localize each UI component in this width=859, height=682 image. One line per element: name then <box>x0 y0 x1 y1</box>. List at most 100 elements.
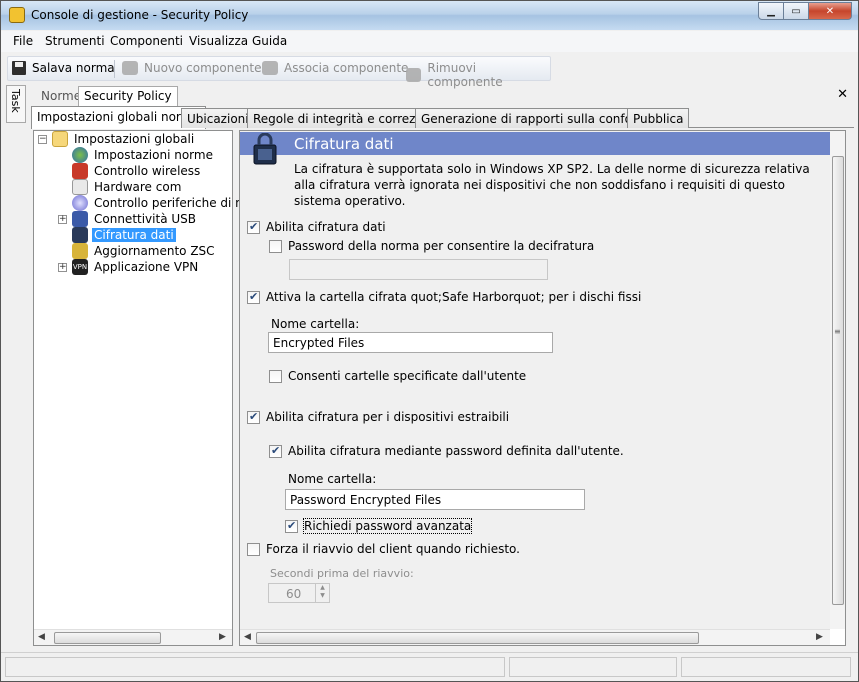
scroll-right-icon[interactable]: ▶ <box>816 632 823 642</box>
disc-icon <box>72 195 88 211</box>
minimize-button[interactable]: ▁ <box>758 2 784 20</box>
close-window-button[interactable]: ✕ <box>808 2 852 20</box>
menu-guida[interactable]: Guida <box>252 34 287 48</box>
safe-harbor-checkbox[interactable]: Attiva la cartella cifrata quot;Safe Har… <box>247 290 641 304</box>
new-component-button[interactable]: Nuovo componente <box>122 61 261 75</box>
menu-componenti[interactable]: Componenti <box>110 34 183 48</box>
tree-item-label: Hardware com <box>94 180 182 194</box>
tree-item-controllo-wireless[interactable]: Controllo wireless <box>72 163 202 179</box>
checkbox-box[interactable] <box>247 410 260 424</box>
collapse-root-icon[interactable]: − <box>38 135 47 144</box>
reboot-seconds-label: Secondi prima del riavvio: <box>270 567 414 580</box>
menu-bar: File Strumenti Componenti Visualizza Gui… <box>1 31 858 52</box>
lock-icon <box>72 227 88 243</box>
settings-form: Cifratura dati La cifratura è supportata… <box>240 131 830 629</box>
tree-item-label: Applicazione VPN <box>94 260 199 274</box>
tree-root-label: Impostazioni globali <box>74 132 195 146</box>
scroll-left-icon[interactable]: ◀ <box>244 632 251 642</box>
tree-item-label: Connettività USB <box>94 212 196 226</box>
tree-item-cifratura-dati[interactable]: Cifratura dati <box>72 227 176 243</box>
tree-item-impostazioni-norme[interactable]: Impostazioni norme <box>72 147 215 163</box>
tree-item-applicazione-vpn[interactable]: VPN Applicazione VPN <box>72 259 200 275</box>
save-policy-label: Salava norma <box>32 61 115 75</box>
password-folder-name-field[interactable]: Password Encrypted Files <box>285 489 585 510</box>
checkbox-label: Richiedi password avanzata <box>302 518 473 534</box>
user-password-checkbox[interactable]: Abilita cifratura mediante password defi… <box>269 444 624 458</box>
checkbox-label: Abilita cifratura dati <box>266 220 386 234</box>
tree-horizontal-scrollbar[interactable]: ◀ ▶ <box>34 629 232 645</box>
scroll-grip-icon: ≡ <box>834 327 841 336</box>
tree-item-aggiornamento-zsc[interactable]: Aggiornamento ZSC <box>72 243 217 259</box>
checkbox-box[interactable] <box>269 444 282 458</box>
encryption-description: La cifratura è supportata solo in Window… <box>294 162 810 208</box>
checkbox-box[interactable] <box>247 542 260 556</box>
tab-impostazioni-globali[interactable]: Impostazioni globali norme <box>31 106 206 129</box>
status-segment <box>509 657 677 677</box>
tree-item-controllo-periferiche[interactable]: Controllo periferiche di me <box>72 195 256 211</box>
status-segment <box>5 657 505 677</box>
save-policy-button[interactable]: Salava norma <box>12 61 115 75</box>
checkbox-label: Abilita cifratura mediante password defi… <box>288 444 624 458</box>
checkbox-box[interactable] <box>269 239 282 253</box>
reboot-seconds-stepper[interactable]: 60 ▲ ▼ <box>268 583 330 603</box>
tree-item-connettivita-usb[interactable]: Connettività USB <box>72 211 198 227</box>
associate-component-icon <box>262 61 278 75</box>
checkbox-label: Attiva la cartella cifrata quot;Safe Har… <box>266 290 642 304</box>
checkbox-box[interactable] <box>269 369 282 383</box>
content-hscroll-thumb[interactable] <box>256 632 699 644</box>
expand-vpn-icon[interactable]: + <box>58 263 67 272</box>
remove-component-icon <box>406 68 422 82</box>
window-controls: ▁ ▭ ✕ <box>758 2 852 21</box>
stepper-arrows-icon[interactable]: ▲ ▼ <box>315 584 329 602</box>
content-vertical-scrollbar[interactable]: ≡ <box>830 131 845 629</box>
tree-scroll-thumb[interactable] <box>54 632 161 644</box>
folder-icon <box>52 131 68 147</box>
settings-tree: − Impostazioni globali Impostazioni norm… <box>33 130 254 646</box>
checkbox-box[interactable] <box>247 290 260 304</box>
policy-password-checkbox[interactable]: Password della norma per consentire la d… <box>269 239 594 253</box>
checkbox-label: Abilita cifratura per i dispositivi estr… <box>266 410 510 424</box>
section-title: Cifratura dati <box>294 135 394 153</box>
folder-name-field[interactable]: Encrypted Files <box>268 332 553 353</box>
enable-encryption-checkbox[interactable]: Abilita cifratura dati <box>247 220 386 234</box>
checkbox-label: Consenti cartelle specificate dall'utent… <box>288 369 527 383</box>
content-horizontal-scrollbar[interactable]: ◀ ▶ <box>240 629 830 645</box>
checkbox-box[interactable] <box>285 519 298 533</box>
menu-strumenti[interactable]: Strumenti <box>45 34 105 48</box>
force-reboot-checkbox[interactable]: Forza il riavvio del client quando richi… <box>247 542 520 556</box>
strong-password-checkbox[interactable]: Richiedi password avanzata <box>285 518 473 534</box>
checkbox-box[interactable] <box>247 220 260 234</box>
tree-item-label: Controllo periferiche di me <box>94 196 255 210</box>
scroll-right-icon[interactable]: ▶ <box>219 632 226 642</box>
tab-security-policy[interactable]: Security Policy <box>78 86 178 106</box>
encryption-lock-icon <box>253 133 277 165</box>
app-window: Console di gestione - Security Policy ▁ … <box>0 0 859 682</box>
task-label: Task <box>9 89 22 113</box>
tab-pubblica[interactable]: Pubblica <box>627 108 690 128</box>
policy-password-field[interactable] <box>289 259 548 280</box>
tab-ubicazioni[interactable]: Ubicazioni <box>181 108 255 128</box>
close-document-icon[interactable]: ✕ <box>837 87 848 102</box>
menu-visualizza[interactable]: Visualizza <box>189 34 248 48</box>
removable-encryption-checkbox[interactable]: Abilita cifratura per i dispositivi estr… <box>247 410 509 424</box>
wireless-icon <box>72 163 88 179</box>
tree-item-hardware-com[interactable]: Hardware com <box>72 179 183 195</box>
menu-file[interactable]: File <box>13 34 33 48</box>
new-component-label: Nuovo componente <box>144 61 262 75</box>
toolbar: Salava norma Nuovo componente Associa co… <box>7 56 551 89</box>
expand-usb-icon[interactable]: + <box>58 215 67 224</box>
scroll-left-icon[interactable]: ◀ <box>38 632 45 642</box>
new-component-icon <box>122 61 138 75</box>
globe-icon <box>72 147 88 163</box>
task-side-tab[interactable]: Task <box>6 85 26 123</box>
title-bar: Console di gestione - Security Policy ▁ … <box>1 1 858 30</box>
allow-user-folders-checkbox[interactable]: Consenti cartelle specificate dall'utent… <box>269 369 526 383</box>
app-icon <box>9 7 25 23</box>
status-segment <box>681 657 851 677</box>
hardware-icon <box>72 179 88 195</box>
maximize-button[interactable]: ▭ <box>783 2 809 20</box>
tree-root[interactable]: Impostazioni globali <box>52 131 196 147</box>
document-area: Norme Security Policy ✕ Impostazioni glo… <box>29 83 854 651</box>
associate-component-button[interactable]: Associa componente <box>262 61 408 75</box>
content-scroll-thumb[interactable] <box>832 156 844 605</box>
